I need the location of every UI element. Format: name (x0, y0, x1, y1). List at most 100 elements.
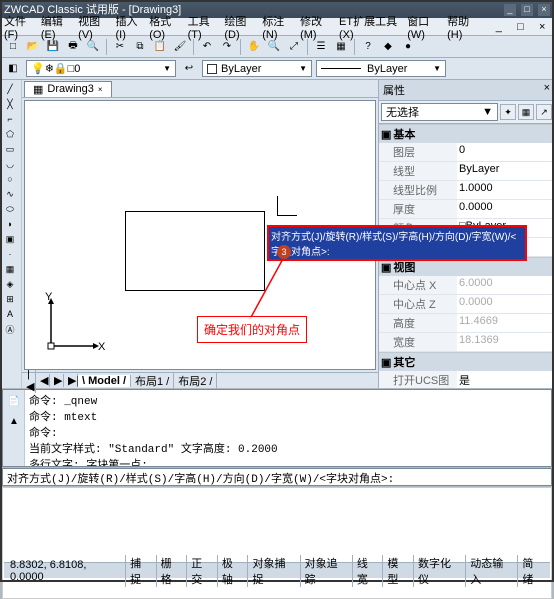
child-close-icon[interactable]: × (534, 18, 550, 36)
prop-row[interactable]: 高度11.4669 (379, 314, 554, 333)
prop-row[interactable]: 线型ByLayer (379, 162, 554, 181)
drawn-rectangle (125, 211, 265, 291)
close-button[interactable]: × (538, 4, 550, 16)
table-tool-icon[interactable]: ⊞ (1, 292, 19, 306)
group-toggle-icon[interactable]: ▣ (381, 356, 391, 369)
cut-icon[interactable]: ✂ (111, 38, 129, 56)
maximize-button[interactable]: □ (521, 4, 533, 16)
step-badge: 3 (277, 245, 291, 259)
redo-icon[interactable]: ↷ (218, 38, 236, 56)
layout-tab[interactable]: 布局2 / (174, 373, 217, 389)
layer-prev-icon[interactable]: ↩ (180, 60, 198, 78)
print-preview-icon[interactable]: 🔍 (84, 38, 102, 56)
line-tool-icon[interactable]: ╱ (1, 82, 19, 96)
copy-icon[interactable]: ⧉ (131, 38, 149, 56)
rect-tool-icon[interactable]: ▭ (1, 142, 19, 156)
select-objects-icon[interactable]: ▦ (518, 104, 534, 120)
icad-icon[interactable]: ◆ (379, 38, 397, 56)
logo-icon[interactable]: ● (399, 38, 417, 56)
linetype-combo[interactable]: ByLayer▼ (316, 60, 446, 77)
hatch-tool-icon[interactable]: ▦ (1, 262, 19, 276)
menu-item[interactable]: 编辑(E) (41, 13, 72, 41)
menu-item[interactable]: 帮助(H) (447, 13, 479, 41)
command-line[interactable]: 对齐方式(J)/旋转(R)/样式(S)/字高(H)/方向(D)/字宽(W)/<字… (2, 468, 552, 486)
command-prompt-overlay: 对齐方式(J)/旋转(R)/样式(S)/字高(H)/方向(D)/字宽(W)/<字… (267, 225, 527, 261)
child-min-icon[interactable]: _ (491, 18, 507, 36)
xline-tool-icon[interactable]: ╳ (1, 97, 19, 111)
match-icon[interactable]: 🖌 (171, 38, 189, 56)
prop-row[interactable]: 图层0 (379, 143, 554, 162)
save-icon[interactable]: 💾 (44, 38, 62, 56)
prop-row[interactable]: 打开UCS图标是 (379, 371, 554, 388)
tab-icon: ▦ (33, 83, 43, 96)
minimize-button[interactable]: _ (504, 4, 516, 16)
properties-close-icon[interactable]: × (544, 82, 550, 98)
pan-icon[interactable]: ✋ (245, 38, 263, 56)
block-tool-icon[interactable]: ▣ (1, 232, 19, 246)
menu-item[interactable]: 插入(I) (116, 13, 144, 41)
text-tool-icon[interactable]: A (1, 307, 19, 321)
menu-item[interactable]: 窗口(W) (407, 13, 441, 41)
cmd-history-icon[interactable]: 📄 (5, 392, 23, 410)
corner-marker (277, 196, 297, 216)
svg-text:Y: Y (45, 291, 53, 303)
zoom-icon[interactable]: 🔍 (265, 38, 283, 56)
prop-row[interactable]: 中心点 X6.0000 (379, 276, 554, 295)
undo-icon[interactable]: ↶ (198, 38, 216, 56)
prop-row[interactable]: 中心点 Z0.0000 (379, 295, 554, 314)
tab-nav[interactable]: ◀ (36, 374, 50, 387)
circle-tool-icon[interactable]: ○ (1, 172, 19, 186)
drawing-tab[interactable]: ▦ Drawing3 × (24, 81, 112, 97)
region-tool-icon[interactable]: ◈ (1, 277, 19, 291)
child-max-icon[interactable]: □ (513, 18, 529, 36)
spline-tool-icon[interactable]: ∿ (1, 187, 19, 201)
menu-item[interactable]: 格式(O) (149, 13, 181, 41)
properties-title: 属性 (383, 82, 405, 98)
arc-tool-icon[interactable]: ◡ (1, 157, 19, 171)
new-icon[interactable]: □ (4, 38, 22, 56)
menu-item[interactable]: ET扩展工具(X) (339, 13, 401, 41)
mtext-tool-icon[interactable]: Ⓐ (1, 322, 19, 336)
layout-tab[interactable]: 布局1 / (131, 373, 174, 389)
menu-item[interactable]: 修改(M) (300, 13, 333, 41)
menu-item[interactable]: 绘图(D) (224, 13, 256, 41)
paste-icon[interactable]: 📋 (151, 38, 169, 56)
command-history: 命令: _qnew 命令: mtext 命令: 当前文字样式: "Standar… (25, 390, 551, 466)
ellipse-tool-icon[interactable]: ⬭ (1, 202, 19, 216)
layer-manager-icon[interactable]: ◧ (4, 60, 22, 78)
group-toggle-icon[interactable]: ▣ (381, 261, 391, 274)
prop-row[interactable]: 宽度18.1369 (379, 333, 554, 352)
cmd-expand-icon[interactable]: ▲ (5, 412, 23, 430)
menu-item[interactable]: 标注(N) (262, 13, 294, 41)
menu-item[interactable]: 文件(F) (4, 13, 35, 41)
toggle-pim-icon[interactable]: ↗ (536, 104, 552, 120)
print-icon[interactable]: 🖶 (64, 38, 82, 56)
layer-combo[interactable]: 💡❄🔒□ 0▼ (26, 60, 176, 77)
calc-icon[interactable]: ▦ (332, 38, 350, 56)
menu-item[interactable]: 视图(V) (78, 13, 109, 41)
color-combo[interactable]: ByLayer▼ (202, 60, 312, 77)
open-icon[interactable]: 📂 (24, 38, 42, 56)
menu-item[interactable]: 工具(T) (188, 13, 219, 41)
tab-close-icon[interactable]: × (98, 85, 103, 94)
drawing-canvas[interactable]: X Y 确定我们的对角点 对齐方式(J)/旋转(R)/样式(S)/字高(H)/方… (24, 100, 376, 370)
selection-combo[interactable]: 无选择▼ (381, 103, 498, 121)
model-tab[interactable]: \ Model / (78, 375, 131, 387)
prop-group[interactable]: ▣ 基本 (379, 124, 554, 143)
props-icon[interactable]: ☰ (312, 38, 330, 56)
tab-nav[interactable]: ▶ (50, 374, 64, 387)
help-icon[interactable]: ? (359, 38, 377, 56)
prop-group[interactable]: ▣ 其它 (379, 352, 554, 371)
polygon-tool-icon[interactable]: ⬠ (1, 127, 19, 141)
coords-display: 8.8302, 6.8108, 0.0000 (6, 559, 125, 583)
group-toggle-icon[interactable]: ▣ (381, 128, 391, 141)
quick-select-icon[interactable]: ✦ (500, 104, 516, 120)
svg-text:X: X (98, 341, 106, 353)
tab-nav[interactable]: ▶| (64, 374, 78, 387)
point-tool-icon[interactable]: · (1, 247, 19, 261)
prop-row[interactable]: 线型比例1.0000 (379, 181, 554, 200)
ellipse-arc-tool-icon[interactable]: ◗ (1, 217, 19, 231)
zoom-ext-icon[interactable]: ⤢ (285, 38, 303, 56)
pline-tool-icon[interactable]: ⌐ (1, 112, 19, 126)
prop-row[interactable]: 厚度0.0000 (379, 200, 554, 219)
